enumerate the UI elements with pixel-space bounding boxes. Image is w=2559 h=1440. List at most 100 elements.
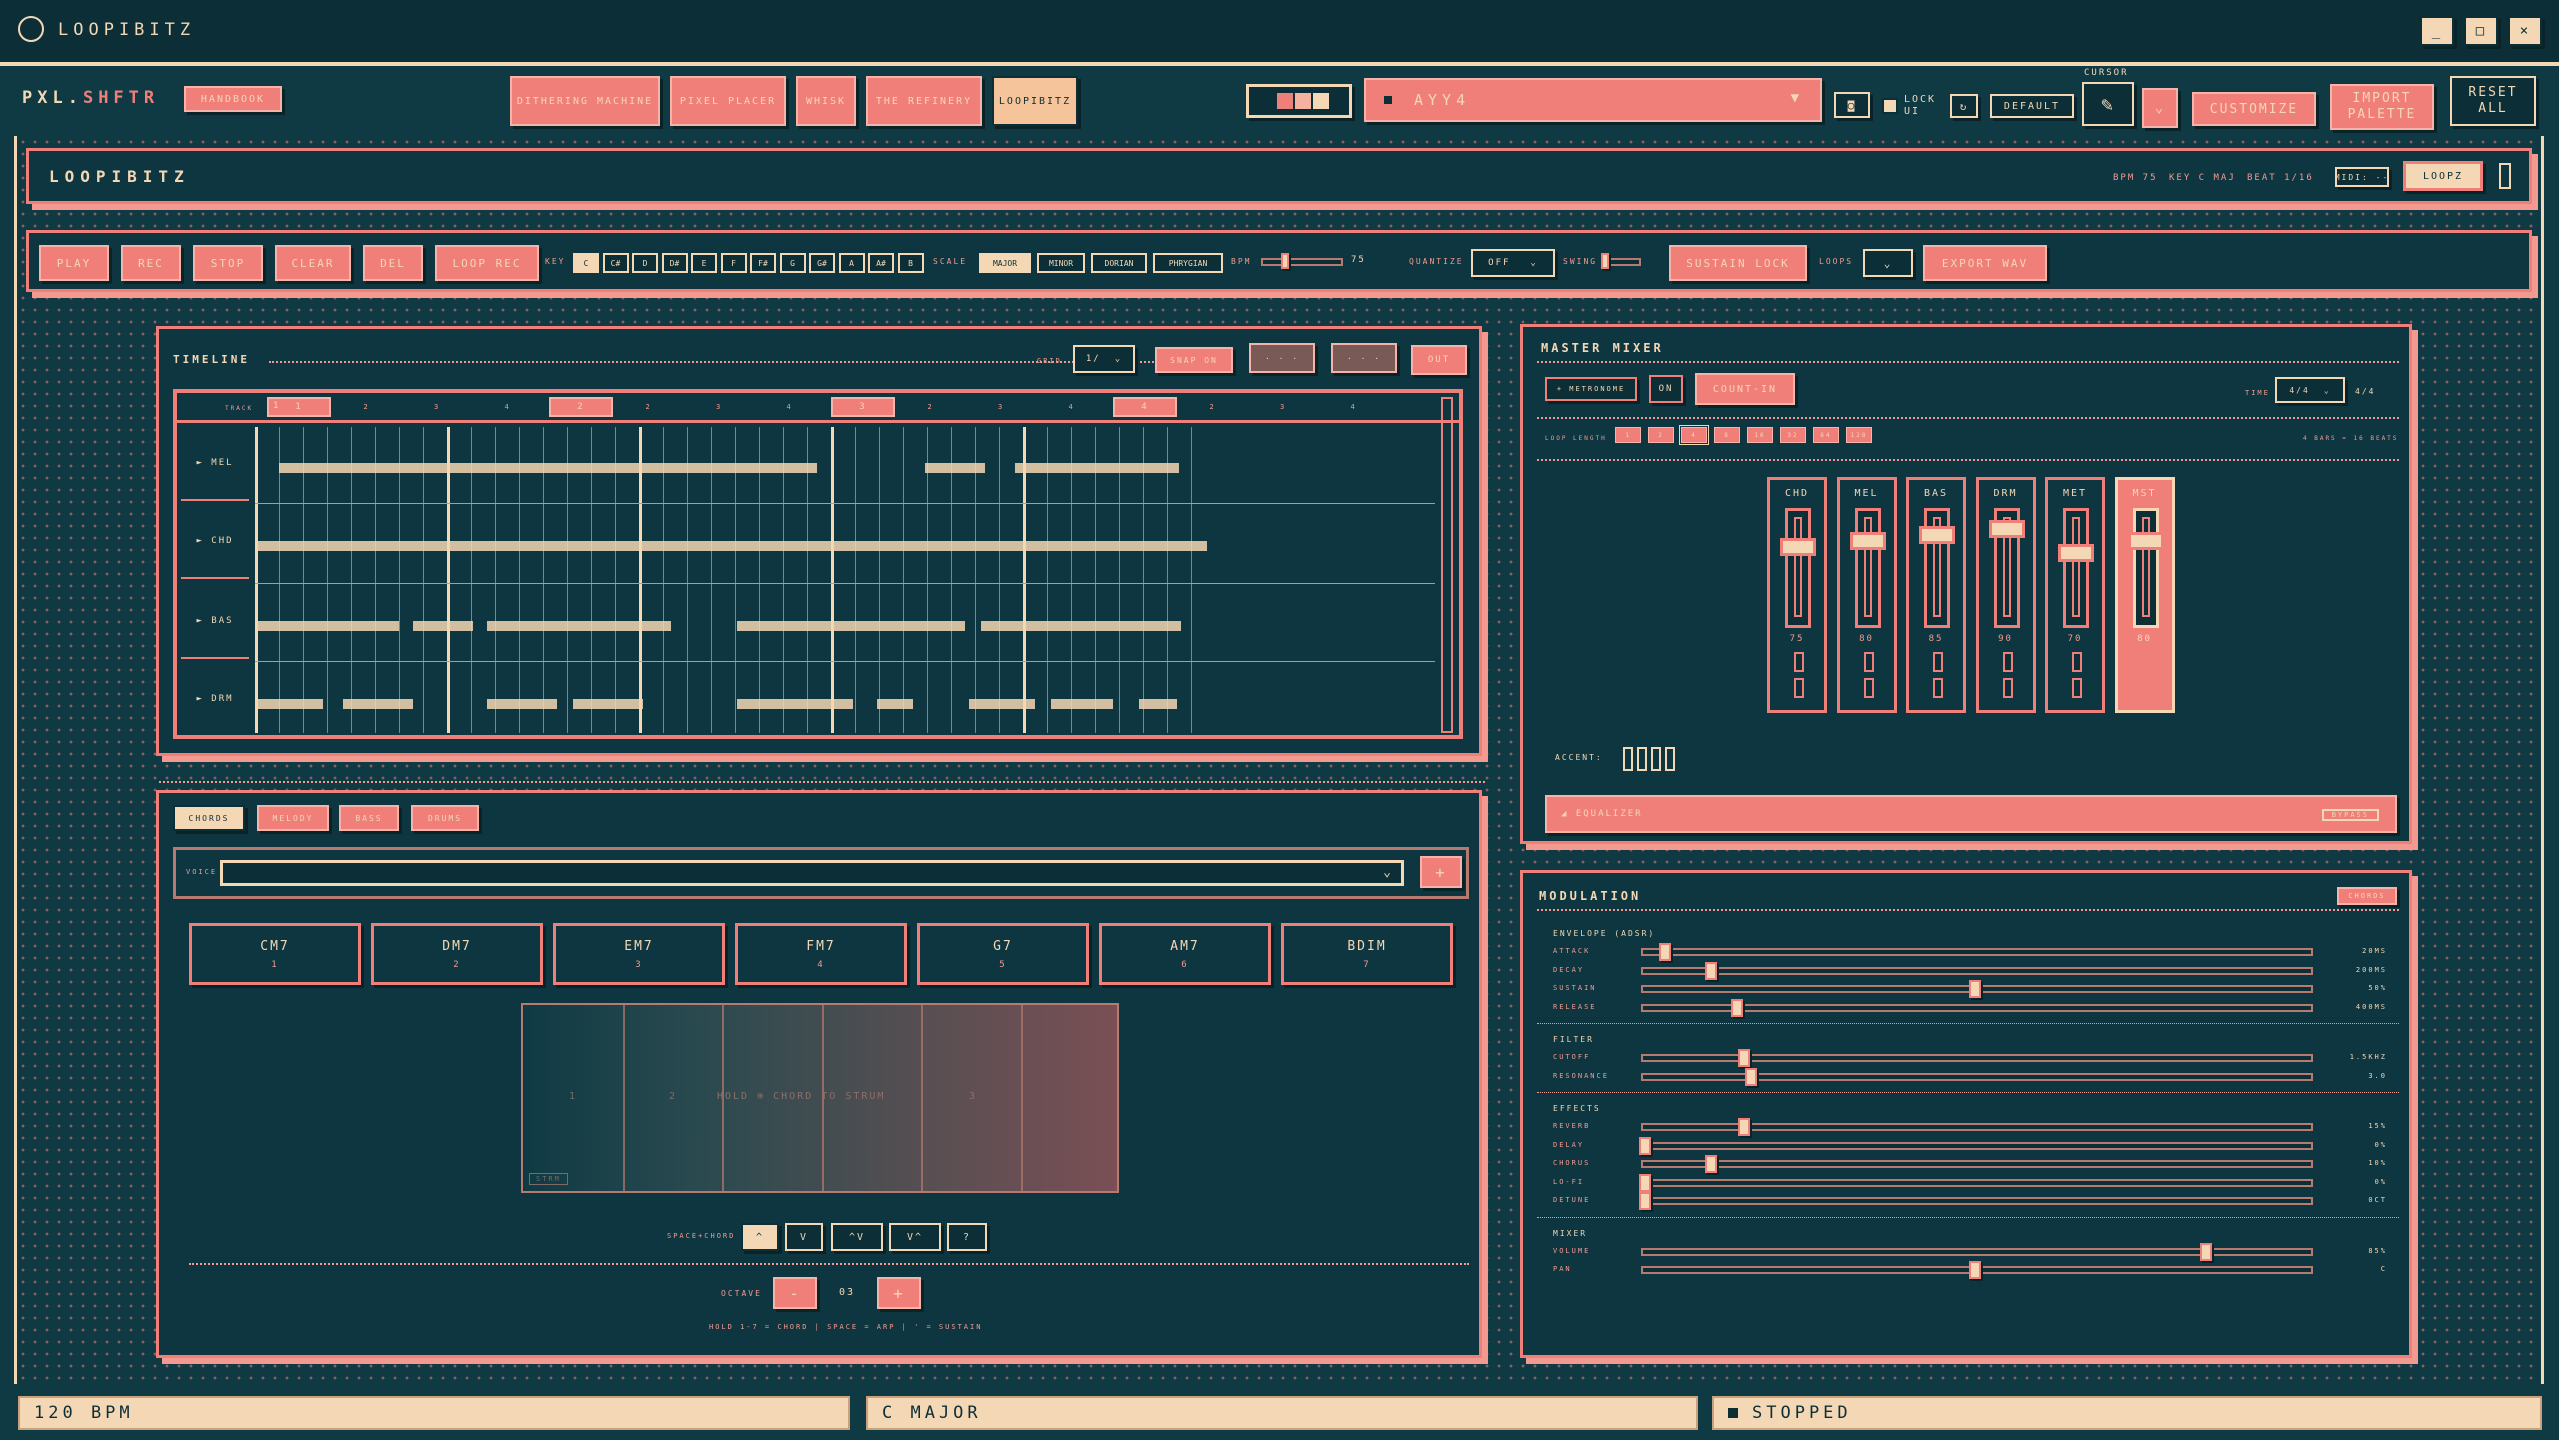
note-block[interactable] [925, 463, 985, 473]
close-button[interactable]: × [2508, 16, 2542, 46]
bpm-slider-thumb[interactable] [1281, 253, 1289, 269]
tab-bass[interactable]: BASS [339, 805, 399, 831]
mod-slider-thumb[interactable] [1738, 1049, 1750, 1067]
mod-slider-lo-fi[interactable] [1641, 1178, 2313, 1187]
note-block[interactable] [1051, 699, 1113, 709]
tab-melody[interactable]: MELODY [257, 805, 329, 831]
timeline-tool-2[interactable]: · · · [1331, 343, 1397, 373]
key-g-sharp[interactable]: G# [809, 253, 835, 273]
import-palette-button[interactable]: IMPORT PALETTE [2330, 84, 2434, 130]
fader-knob[interactable] [1919, 526, 1955, 544]
note-block[interactable] [413, 621, 473, 631]
channel-fader[interactable] [1785, 508, 1811, 628]
mute-toggle[interactable] [1794, 652, 1804, 672]
palette-select[interactable]: AYY4 ▼ [1364, 78, 1822, 122]
tab-loopibitz[interactable]: LOOPIBITZ [992, 76, 1078, 126]
loop-length-32[interactable]: 32 [1780, 427, 1806, 443]
equalizer-toggle[interactable]: ◢ EQUALIZER BYPASS [1545, 795, 2397, 833]
key-d[interactable]: D [632, 253, 658, 273]
solo-toggle[interactable] [2002, 678, 2013, 698]
voice-select[interactable]: ⌄ [220, 860, 1404, 886]
fader-knob[interactable] [1780, 538, 1816, 556]
chord-button-cm7[interactable]: CM7 1 [189, 923, 361, 985]
inversion-random[interactable]: ? [947, 1223, 987, 1251]
strm-badge[interactable]: STRM [529, 1173, 568, 1185]
metronome-button[interactable]: + METRONOME [1545, 377, 1637, 401]
swing-slider-thumb[interactable] [1601, 253, 1609, 269]
del-button[interactable]: DEL [363, 245, 423, 281]
sequencer-grid[interactable]: TRACK 12342234323442341 ► MEL ► CHD ► BA… [173, 389, 1463, 739]
solo-toggle[interactable] [2072, 678, 2082, 698]
count-in-button[interactable]: COUNT-IN [1695, 373, 1795, 405]
out-button[interactable]: OUT [1411, 345, 1467, 375]
note-block[interactable] [487, 621, 671, 631]
mod-slider-chorus[interactable] [1641, 1160, 2313, 1168]
note-block[interactable] [737, 699, 853, 709]
tab-drums[interactable]: DRUMS [411, 805, 479, 831]
quantize-select[interactable]: OFF ⌄ [1471, 249, 1555, 277]
lock-checkbox[interactable] [1882, 98, 1898, 114]
mod-slider-thumb[interactable] [1658, 943, 1671, 961]
loop-length-64[interactable]: 64 [1813, 427, 1839, 443]
rec-button[interactable]: REC [121, 245, 181, 281]
mute-toggle[interactable] [1863, 652, 1874, 672]
inversion-down-up[interactable]: V^ [889, 1223, 941, 1251]
mod-slider-thumb[interactable] [1639, 1136, 1651, 1155]
reset-all-button[interactable]: RESET ALL [2450, 76, 2536, 126]
mod-slider-delay[interactable] [1641, 1141, 2313, 1150]
default-button[interactable]: DEFAULT [1990, 94, 2074, 118]
mod-slider-decay[interactable] [1641, 966, 2313, 975]
note-block[interactable] [255, 621, 399, 631]
key-e[interactable]: E [691, 253, 717, 273]
loop-length-16[interactable]: 16 [1747, 427, 1773, 443]
mod-slider-thumb[interactable] [1744, 1067, 1757, 1086]
key-a-sharp[interactable]: A# [868, 253, 894, 273]
key-b[interactable]: B [897, 253, 924, 273]
palette-cube-button[interactable]: ◙ [1834, 92, 1870, 118]
tab-the-refinery[interactable]: THE REFINERY [866, 76, 982, 126]
note-block[interactable] [1139, 699, 1177, 709]
midi-indicator[interactable]: MIDI: -- [2335, 167, 2389, 187]
channel-fader[interactable] [2063, 508, 2089, 628]
mod-slider-thumb[interactable] [1969, 980, 1981, 998]
note-block[interactable] [279, 463, 817, 473]
loop-length-2[interactable]: 2 [1648, 427, 1674, 443]
fader-knob[interactable] [1849, 532, 1886, 550]
mute-toggle[interactable] [2072, 652, 2082, 672]
note-block[interactable] [255, 541, 1207, 551]
scale-dorian[interactable]: DORIAN [1091, 253, 1147, 273]
note-block[interactable] [343, 699, 413, 709]
inversion-up-down[interactable]: ^V [831, 1223, 883, 1251]
customize-button[interactable]: CUSTOMIZE [2192, 92, 2316, 126]
mute-toggle[interactable] [2002, 652, 2013, 672]
time-signature-select[interactable]: 4/4 ⌄ [2275, 377, 2345, 403]
inversion-down[interactable]: V [785, 1223, 823, 1251]
note-block[interactable] [969, 699, 1035, 709]
row-label-mel[interactable]: ► MEL [181, 427, 249, 501]
mod-slider-attack[interactable] [1641, 948, 2313, 956]
loop-length-8[interactable]: 8 [1714, 427, 1740, 443]
note-block[interactable] [255, 699, 323, 709]
solo-toggle[interactable] [1794, 678, 1804, 698]
bar-marker-4[interactable]: 4 [1113, 397, 1177, 417]
note-block[interactable] [1015, 463, 1179, 473]
inversion-up[interactable]: ^ [741, 1223, 779, 1251]
fader-knob[interactable] [1988, 520, 2025, 538]
loop-length-1[interactable]: 1 [1615, 427, 1641, 443]
chord-button-dm7[interactable]: DM7 2 [371, 923, 543, 985]
note-block[interactable] [737, 621, 965, 631]
minimize-button[interactable]: _ [2420, 16, 2454, 46]
mod-slider-thumb[interactable] [1705, 1155, 1717, 1173]
snap-button[interactable]: SNAP ON [1155, 347, 1233, 373]
channel-fader[interactable] [1854, 508, 1881, 628]
timeline-scrollbar[interactable] [1441, 397, 1453, 733]
solo-toggle[interactable] [1933, 678, 1943, 698]
key-g[interactable]: G [779, 253, 806, 273]
mod-slider-thumb[interactable] [1705, 961, 1717, 980]
octave-plus-button[interactable]: + [877, 1277, 921, 1309]
chord-button-g7[interactable]: G7 5 [917, 923, 1089, 985]
bar-marker-3[interactable]: 3 [831, 397, 895, 417]
bpm-slider[interactable] [1261, 258, 1343, 266]
key-c-sharp[interactable]: C# [602, 253, 629, 273]
tab-pixel-placer[interactable]: PIXEL PLACER [670, 76, 786, 126]
